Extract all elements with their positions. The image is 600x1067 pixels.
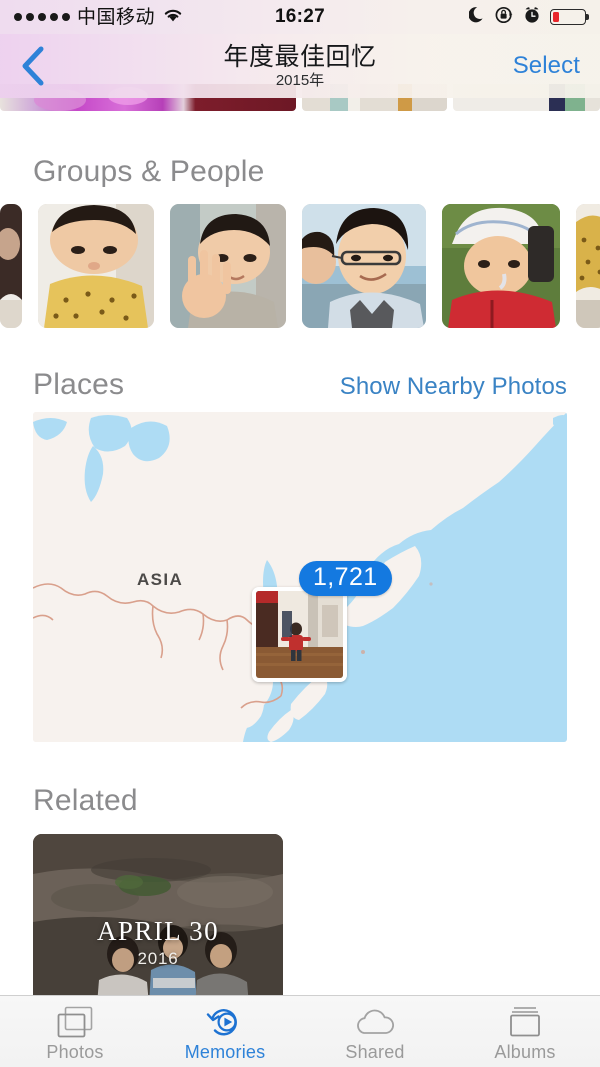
related-card-overlay: APRIL 30 2016 (33, 834, 283, 1005)
map-photo-thumbnail[interactable] (252, 587, 347, 682)
photos-stack-icon (55, 1005, 95, 1039)
tab-albums[interactable]: Albums (450, 996, 600, 1067)
select-button[interactable]: Select (513, 52, 580, 80)
moon-icon (468, 6, 486, 29)
tab-label-photos: Photos (46, 1041, 104, 1062)
page-subtitle: 2015年 (275, 71, 325, 89)
places-header: Places Show Nearby Photos (33, 368, 567, 402)
related-card-title: APRIL 30 (97, 916, 219, 946)
memories-replay-icon (206, 1005, 244, 1039)
page-title: 年度最佳回忆 (223, 42, 377, 71)
tab-label-memories: Memories (184, 1041, 266, 1062)
albums-stack-icon (506, 1005, 544, 1039)
related-card-year: 2016 (137, 949, 179, 968)
status-bar: 中国移动 16:27 (0, 0, 600, 34)
tab-photos[interactable]: Photos (0, 996, 150, 1067)
section-title-related: Related (33, 784, 138, 817)
navigation-bar: 年度最佳回忆 2015年 Select (0, 34, 600, 98)
chevron-left-icon (22, 46, 44, 86)
battery-low-icon (550, 9, 586, 25)
memory-detail-scroll-view[interactable]: Groups & People Places Show Nearby Photo… (0, 0, 600, 1005)
groups-people-header: Groups & People (33, 155, 264, 189)
related-header: Related (33, 784, 138, 818)
map-photo-count-badge[interactable]: 1,721 (299, 561, 392, 596)
face-thumbnail-6[interactable] (576, 204, 600, 328)
section-title-places: Places (33, 368, 125, 401)
cloud-icon (353, 1005, 397, 1039)
rotation-lock-icon (495, 6, 514, 29)
face-thumbnail-1[interactable] (0, 204, 22, 328)
people-thumbnail-row[interactable] (0, 204, 600, 328)
back-button[interactable] (20, 43, 64, 89)
face-thumbnail-5[interactable] (442, 204, 560, 328)
face-thumbnail-4[interactable] (302, 204, 426, 328)
face-thumbnail-2[interactable] (38, 204, 154, 328)
tab-label-shared: Shared (345, 1041, 405, 1062)
face-thumbnail-3[interactable] (170, 204, 286, 328)
tab-bar: Photos Memories Shared Albums (0, 995, 600, 1067)
alarm-clock-icon (523, 6, 541, 29)
tab-memories[interactable]: Memories (150, 996, 300, 1067)
tab-shared[interactable]: Shared (300, 996, 450, 1067)
related-memory-card[interactable]: APRIL 30 2016 (33, 834, 283, 1005)
show-nearby-photos-button[interactable]: Show Nearby Photos (340, 373, 567, 401)
status-bar-right (468, 6, 586, 29)
nav-title-group: 年度最佳回忆 2015年 (0, 43, 600, 90)
tab-label-albums: Albums (494, 1041, 556, 1062)
section-title-groups-people: Groups & People (33, 155, 265, 188)
map-continent-label: ASIA (137, 570, 184, 589)
